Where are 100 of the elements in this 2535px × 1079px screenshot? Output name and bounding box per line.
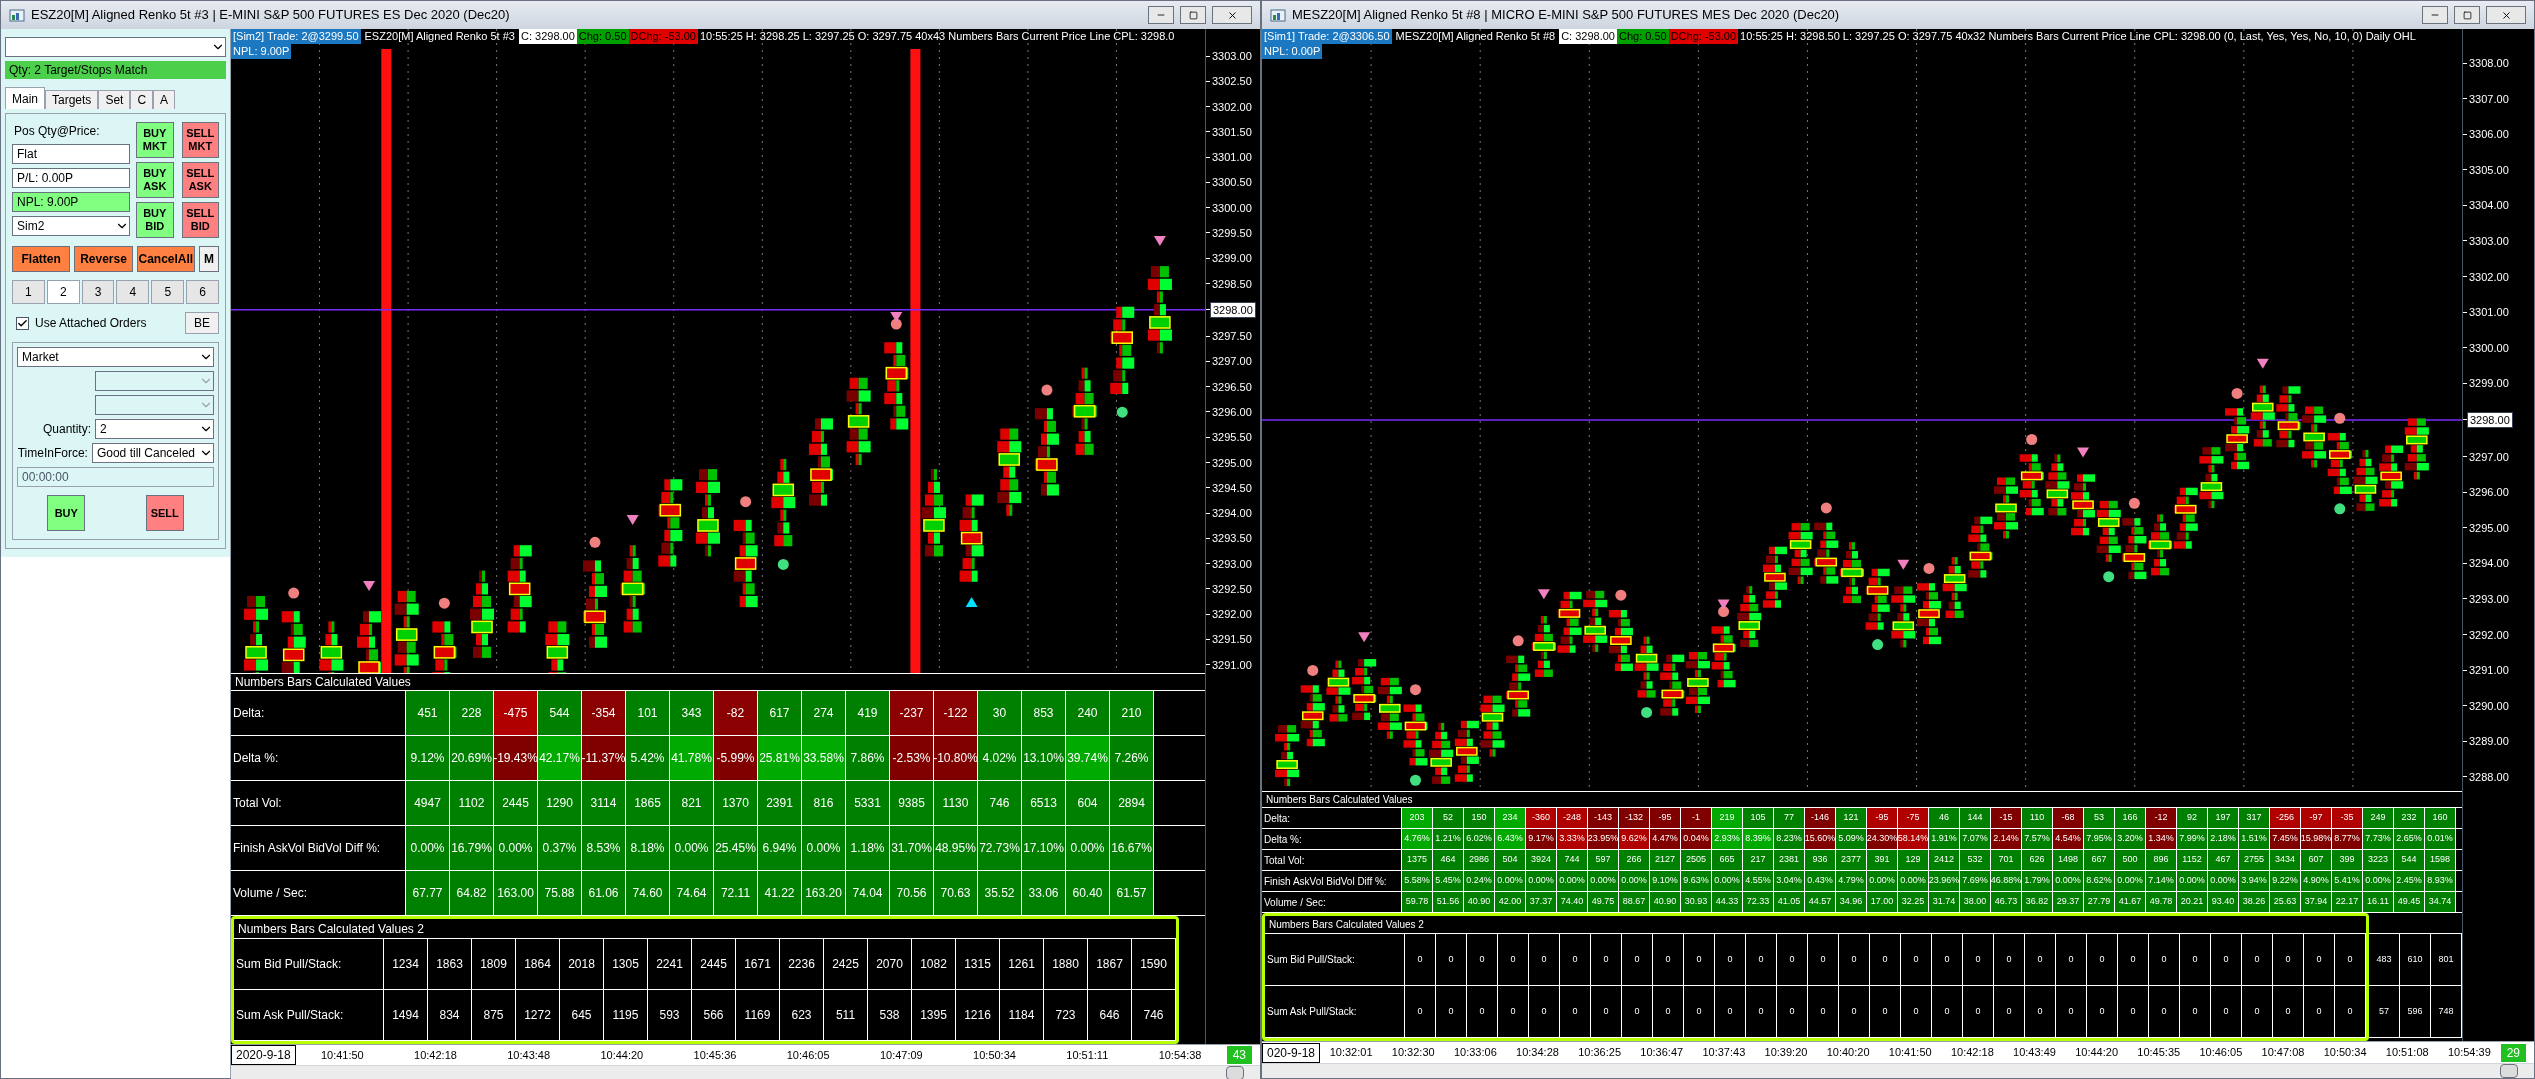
price-label: 3294.00 <box>1211 506 1253 521</box>
order-button[interactable]: BUY MKT <box>136 122 174 158</box>
table-cell: 40.90 <box>1650 892 1681 913</box>
table-cell: 544 <box>538 691 582 736</box>
time-in-force-dropdown[interactable]: Good till Canceled <box>91 443 214 463</box>
table-cell: 41.78% <box>670 736 714 781</box>
tab[interactable]: Set <box>98 90 131 109</box>
time-label: 10:40:20 <box>1826 1045 1870 1061</box>
price-label: 3293.00 <box>1211 556 1253 571</box>
table-cell: 15.98% <box>2301 829 2332 850</box>
action-button[interactable]: M <box>199 246 219 272</box>
minimize-button[interactable] <box>1148 6 1174 24</box>
price-label: 3295.00 <box>1211 455 1253 470</box>
table-cell: 0 <box>2180 934 2211 985</box>
table-cell: 2425 <box>824 939 868 989</box>
time-label: 10:45:35 <box>2137 1045 2181 1061</box>
action-button[interactable]: Reverse <box>74 246 133 272</box>
table-cell: 75.88 <box>538 871 582 916</box>
table-cell: 2986 <box>1464 850 1495 871</box>
order-button[interactable]: BUY ASK <box>136 162 174 198</box>
table-cell: -146 <box>1805 808 1836 829</box>
close-button[interactable] <box>1212 6 1252 24</box>
horizontal-scrollbar[interactable] <box>1262 1063 2534 1078</box>
checkbox[interactable] <box>16 316 29 330</box>
field-label: Pos Qty@Price: <box>13 123 101 140</box>
table-cell: 15.60% <box>1805 829 1836 850</box>
table-cell: 0.24% <box>1464 871 1495 892</box>
order-button[interactable]: SELL BID <box>181 202 219 238</box>
table-cell: 6513 <box>1022 781 1066 826</box>
window-title: MESZ20[M] Aligned Renko 5t #8 | MICRO E-MINI S&P 500 FUTURES MES Dec 2020 (Dec20) <box>1292 6 1841 25</box>
table-cell: 7.57% <box>2022 829 2053 850</box>
close-button[interactable] <box>2486 6 2526 24</box>
minimize-button[interactable] <box>2422 6 2448 24</box>
table-cell: 0 <box>1777 934 1808 985</box>
time-label: 10:42:18 <box>414 1047 457 1063</box>
order-button[interactable]: BUY BID <box>136 202 174 238</box>
text-field[interactable]: Flat <box>12 144 130 164</box>
table-cell: 0 <box>1591 986 1622 1037</box>
table-cell: 451 <box>406 691 450 736</box>
table-cell: -12 <box>2146 808 2177 829</box>
quantity-tab[interactable]: 1 <box>12 280 45 304</box>
quantity-tab[interactable]: 3 <box>81 280 115 304</box>
table-cell: 8.53% <box>582 826 626 871</box>
tab[interactable]: Targets <box>45 90 99 109</box>
quantity-dropdown[interactable]: 2 <box>95 419 214 439</box>
table-cell: -10.80% <box>934 736 978 781</box>
table-cell: 0 <box>1622 934 1653 985</box>
quantity-tab[interactable]: 5 <box>151 280 185 304</box>
table-cell: 0.01% <box>2425 829 2456 850</box>
table-cell: 0.00% <box>1867 871 1898 892</box>
time-label: 10:36:47 <box>1640 1045 1684 1061</box>
text-field[interactable]: P/L: 0.00P <box>12 168 130 188</box>
table-cell: 0.00% <box>1898 871 1929 892</box>
submit-button[interactable]: BUY <box>47 495 86 531</box>
table-cell: 0 <box>1715 934 1746 985</box>
table-cell: 1.18% <box>846 826 890 871</box>
time-label: 10:47:09 <box>879 1047 923 1063</box>
table-cell: 623 <box>780 990 824 1040</box>
table-cell: 2445 <box>494 781 538 826</box>
time-label: 10:51:11 <box>1066 1047 1109 1063</box>
table-cell: 25.45% <box>714 826 758 871</box>
dropdown[interactable] <box>5 37 226 57</box>
table-cell: 746 <box>978 781 1022 826</box>
table-cell: 0 <box>1994 986 2025 1037</box>
table-cell: 34.96 <box>1836 892 1867 913</box>
table-cell: 0 <box>1839 934 1870 985</box>
table-cell: 1395 <box>912 990 956 1040</box>
tab[interactable]: Main <box>5 87 45 109</box>
table-cell: 92 <box>2177 808 2208 829</box>
time-label: 10:34:28 <box>1516 1045 1559 1061</box>
tab[interactable]: C <box>130 90 154 109</box>
table-cell: 34.74 <box>2425 892 2456 913</box>
table-cell: 249 <box>2363 808 2394 829</box>
table-cell: 110 <box>2022 808 2053 829</box>
order-button[interactable]: SELL MKT <box>181 122 219 158</box>
tab[interactable]: A <box>153 90 176 109</box>
quantity-tab[interactable]: 2 <box>46 280 80 304</box>
table-cell: 701 <box>1991 850 2022 871</box>
order-type-dropdown[interactable]: Market <box>17 347 214 367</box>
table-cell: 391 <box>1867 850 1898 871</box>
order-button[interactable]: SELL ASK <box>181 162 219 198</box>
table-cell: 467 <box>2208 850 2239 871</box>
maximize-button[interactable] <box>1180 6 1206 24</box>
account-dropdown[interactable]: Sim2 <box>12 216 130 236</box>
table-cell: 27.79 <box>2084 892 2115 913</box>
table-cell: 219 <box>1712 808 1743 829</box>
action-button[interactable]: CancelAll <box>136 246 195 272</box>
horizontal-scrollbar[interactable] <box>231 1065 1260 1079</box>
price-label: 3299.50 <box>1211 225 1253 240</box>
maximize-button[interactable] <box>2454 6 2480 24</box>
table-cell: 0 <box>1436 934 1467 985</box>
table-cell: 0 <box>1932 934 1963 985</box>
table-cell: 25.63 <box>2270 892 2301 913</box>
table-cell: 0 <box>2335 986 2366 1037</box>
breakeven-button[interactable]: BE <box>185 312 219 334</box>
action-button[interactable]: Flatten <box>12 246 71 272</box>
submit-button[interactable]: SELL <box>145 495 184 531</box>
quantity-tab[interactable]: 4 <box>116 280 150 304</box>
text-field[interactable]: NPL: 9.00P <box>12 192 130 212</box>
quantity-tab[interactable]: 6 <box>186 280 219 304</box>
